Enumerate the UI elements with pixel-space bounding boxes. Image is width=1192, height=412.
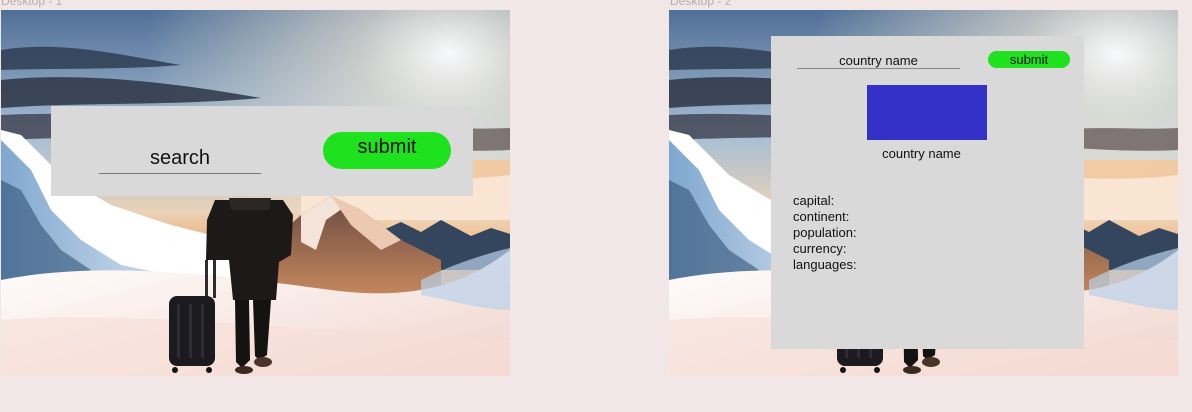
submit-button[interactable]: submit: [323, 132, 451, 169]
country-flag-image: [867, 85, 987, 140]
desktop-2-frame: submit country name capital: continent: …: [669, 10, 1178, 376]
country-name-label: country name: [882, 146, 961, 161]
country-search-input[interactable]: [797, 52, 960, 69]
result-panel: submit country name capital: continent: …: [771, 36, 1084, 349]
submit-button[interactable]: submit: [988, 51, 1070, 68]
continent-label: continent:: [793, 209, 850, 224]
search-panel: submit: [51, 106, 473, 196]
currency-label: currency:: [793, 241, 847, 256]
frame-label-desktop-1: Desktop - 1: [1, 0, 63, 8]
country-details: capital: continent: population: currency…: [793, 193, 857, 273]
frame-label-desktop-2: Desktop - 2: [670, 0, 732, 8]
search-input[interactable]: [99, 143, 261, 174]
population-label: population:: [793, 225, 857, 240]
capital-label: capital:: [793, 193, 835, 208]
desktop-1-frame: submit: [1, 10, 510, 376]
languages-label: languages:: [793, 257, 857, 272]
